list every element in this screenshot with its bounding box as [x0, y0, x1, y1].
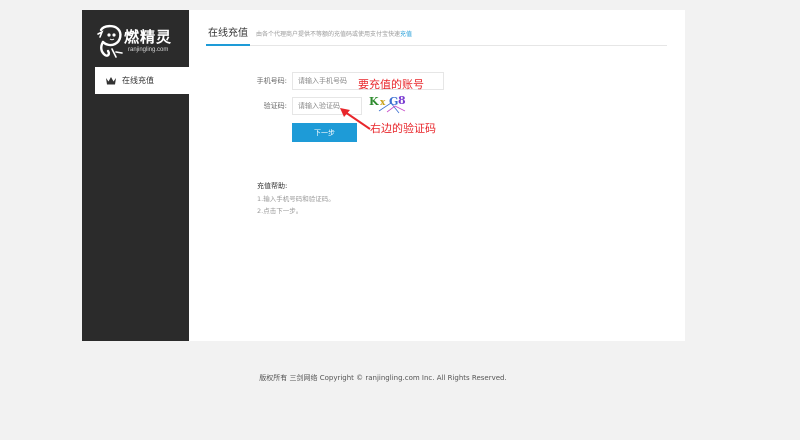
- tab-description: 由各个代理商户提供不等额的充值码或使用支付宝快速充值: [256, 29, 412, 38]
- next-button[interactable]: 下一步: [292, 123, 357, 142]
- captcha-label: 验证码:: [263, 102, 287, 110]
- captcha-char: G: [389, 95, 399, 108]
- captcha-char: 8: [398, 94, 406, 107]
- tab-bar: 在线充值 由各个代理商户提供不等额的充值码或使用支付宝快速充值: [206, 24, 667, 46]
- help-line: 2.点击下一步。: [257, 207, 303, 215]
- footer-copyright: 版权所有 三剑网络 Copyright © ranjingling.com In…: [259, 374, 507, 382]
- brand-domain: ranjingling.com: [128, 47, 169, 53]
- help-line: 1.输入手机号码和验证码。: [257, 195, 335, 203]
- brand-logo[interactable]: 燃精灵 ranjingling.com: [96, 24, 186, 60]
- main-content: 在线充值 由各个代理商户提供不等额的充值码或使用支付宝快速充值 手机号码: 要充…: [189, 10, 685, 341]
- tab-online-recharge[interactable]: 在线充值: [206, 24, 250, 46]
- sidebar-item-label: 在线充值: [122, 76, 154, 85]
- recharge-link[interactable]: 充值: [400, 31, 412, 38]
- brand-name: 燃精灵: [124, 28, 173, 46]
- sidebar-item-online-recharge[interactable]: 在线充值: [95, 67, 189, 94]
- captcha-annotation: 右边的验证码: [370, 122, 436, 135]
- sidebar: 燃精灵 ranjingling.com 在线充值: [82, 10, 189, 341]
- captcha-char: x: [380, 98, 386, 108]
- crown-icon: [106, 76, 116, 84]
- captcha-image[interactable]: K x G 8: [369, 94, 413, 114]
- tab-description-text: 由各个代理商户提供不等额的充值码或使用支付宝快速: [256, 31, 401, 38]
- page-frame: 燃精灵 ranjingling.com 在线充值 在线充值 由各个代理商户提供不…: [82, 10, 685, 341]
- phone-label: 手机号码:: [256, 77, 287, 85]
- account-annotation: 要充值的账号: [358, 78, 424, 91]
- help-title: 充值帮助:: [257, 182, 288, 190]
- mascot-icon: [97, 24, 123, 58]
